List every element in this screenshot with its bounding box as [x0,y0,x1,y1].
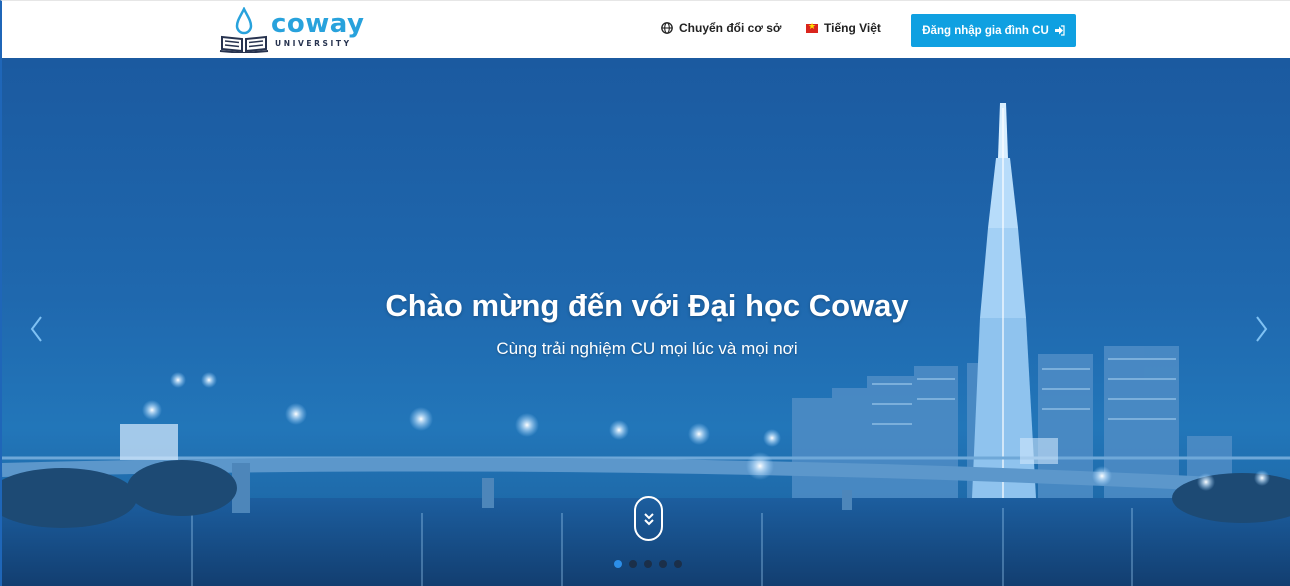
carousel-prev-button[interactable] [28,314,46,344]
chevron-right-icon [1256,316,1268,342]
carousel-dot-3[interactable] [644,560,652,568]
chevron-left-icon [30,316,42,342]
carousel-dot-4[interactable] [659,560,667,568]
language-label: Tiếng Việt [824,21,881,35]
carousel-dot-1[interactable] [614,560,622,568]
family-login-button[interactable]: Đăng nhập gia đình CU [911,14,1076,47]
campus-switch-link[interactable]: Chuyển đổi cơ sở [661,21,781,35]
scroll-down-button[interactable] [634,496,663,541]
vietnam-flag-icon [806,21,818,33]
sign-in-icon [1054,25,1065,36]
book-drop-icon [219,7,269,53]
carousel-indicators [614,560,682,568]
hero-title: Chào mừng đến với Đại học Coway [385,288,909,323]
coway-university-logo[interactable]: coway UNIVERSITY [219,7,364,53]
hero-carousel: Chào mừng đến với Đại học Coway Cùng trả… [0,58,1290,586]
site-header: coway UNIVERSITY Chuyển đổi cơ sở Tiếng … [0,0,1290,58]
double-chevron-down-icon [643,512,654,525]
logo-wordmark: coway [271,9,365,39]
carousel-dot-2[interactable] [629,560,637,568]
language-switch[interactable]: Tiếng Việt [806,21,881,35]
hero-subtitle: Cùng trải nghiệm CU mọi lúc và mọi nơi [496,339,798,358]
logo-subtitle: UNIVERSITY [275,39,352,48]
carousel-dot-5[interactable] [674,560,682,568]
campus-switch-label: Chuyển đổi cơ sở [679,21,782,35]
login-button-label: Đăng nhập gia đình CU [922,24,1049,37]
carousel-next-button[interactable] [1252,314,1270,344]
globe-icon [661,22,673,34]
